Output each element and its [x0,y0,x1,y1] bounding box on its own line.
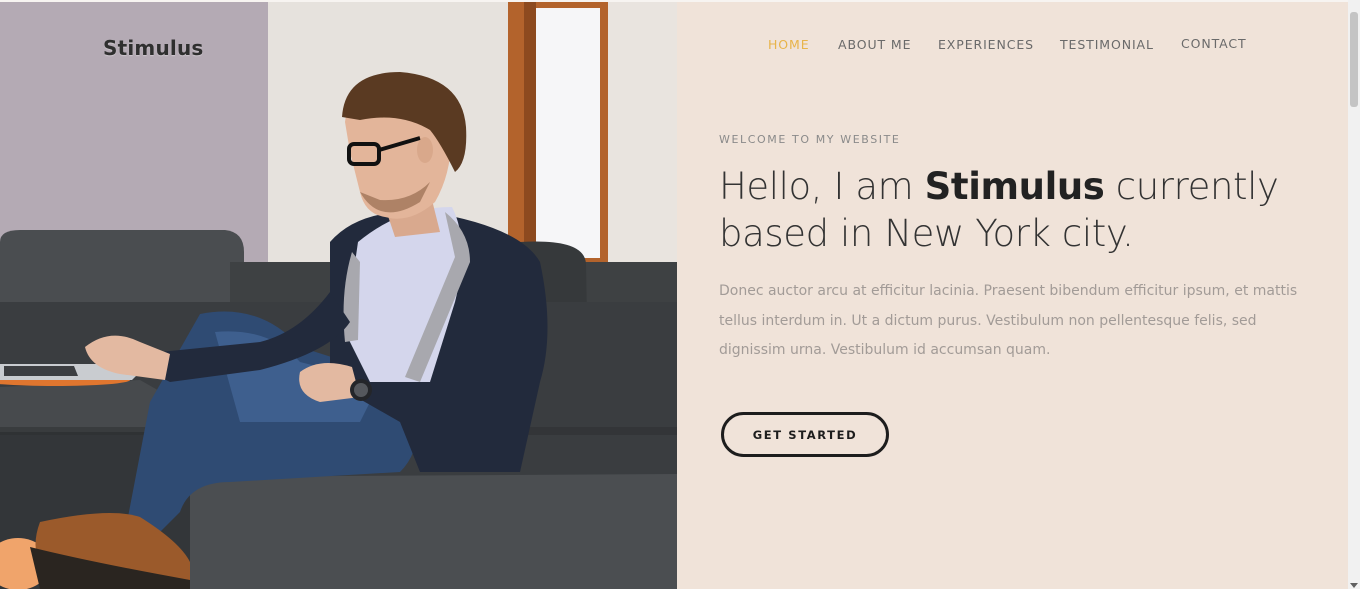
scroll-down-arrow-icon[interactable] [1350,583,1358,588]
scrollbar-thumb[interactable] [1350,12,1358,107]
hero-eyebrow: WELCOME TO MY WEBSITE [719,133,901,146]
hero-paragraph: Donec auctor arcu at efficitur lacinia. … [719,283,1298,358]
nav-item-experiences[interactable]: EXPERIENCES [938,37,1034,52]
hero-headline: Hello, I am Stimulus currently based in … [719,163,1319,257]
nav-item-testimonial[interactable]: TESTIMONIAL [1060,37,1154,52]
nav-item-about-me[interactable]: ABOUT ME [838,37,911,52]
hero-photo: Stimulus [0,2,677,589]
site-logo[interactable]: Stimulus [103,36,204,60]
nav-item-contact[interactable]: CONTACT [1181,36,1247,51]
get-started-button[interactable]: GET STARTED [721,412,889,457]
headline-name: Stimulus [924,165,1105,208]
page-scrollbar[interactable] [1348,0,1360,589]
nav-item-home[interactable]: HOME [768,37,810,52]
hero-photo-illustration [0,2,677,589]
headline-intro: Hello, I am [719,165,925,208]
